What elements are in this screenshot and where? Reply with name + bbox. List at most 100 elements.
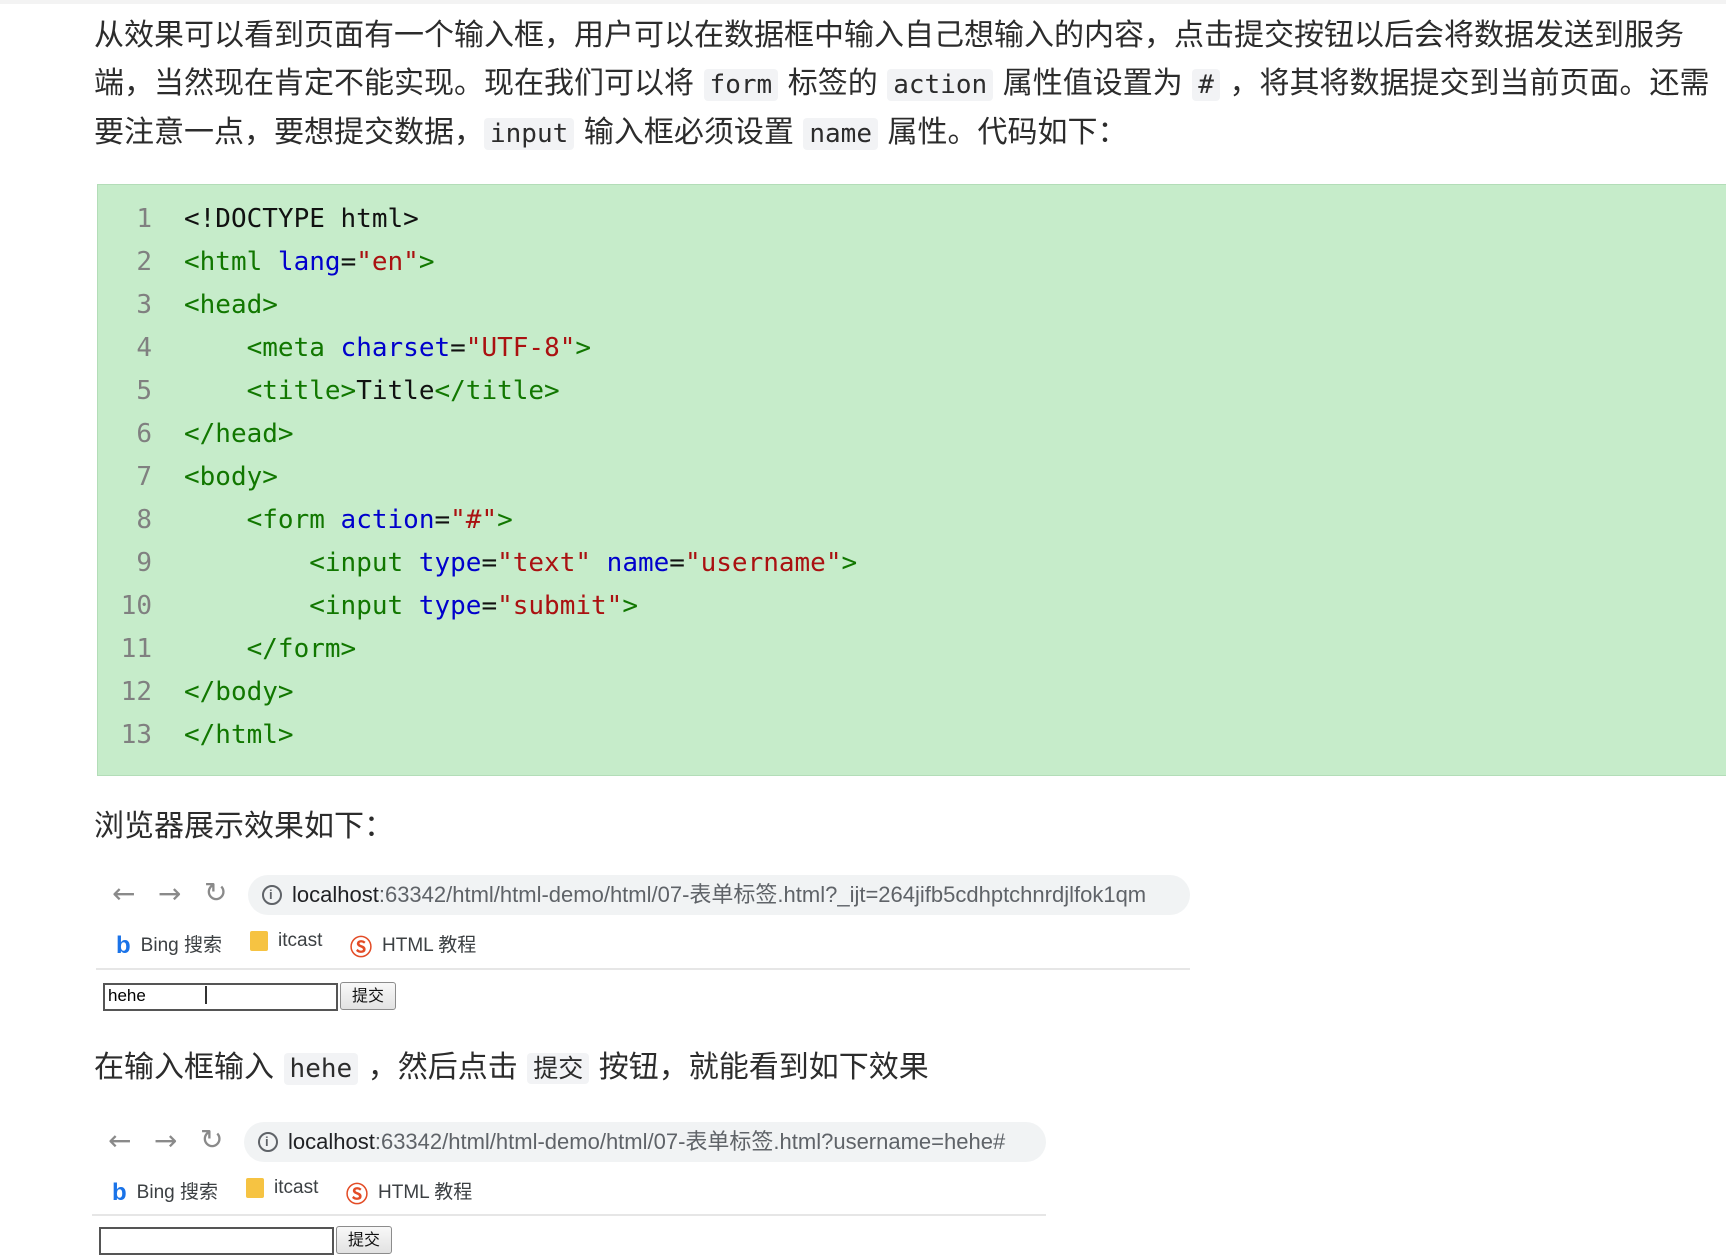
code-tag: <input [309,548,404,578]
url-host: localhost [288,1129,375,1154]
code-punct: = [481,591,498,621]
intro-text: 标签的 [778,66,888,101]
back-arrow-icon[interactable]: ← [108,1124,131,1157]
inline-code-form: form [703,69,779,101]
code-tag: > [497,505,513,535]
code-attr: lang [262,247,341,277]
submit-button[interactable]: 提交 [336,1226,392,1254]
url-path: :63342/html/html-demo/html/07-表单标签.html?… [374,1129,1006,1154]
url-path: :63342/html/html-demo/html/07-表单标签.html?… [378,882,1147,907]
html5-icon: Ⓢ [350,935,373,960]
code-string: "UTF-8" [465,333,576,363]
code-attr: action [324,505,435,535]
line-number: 1 [136,204,152,234]
forward-arrow-icon[interactable]: → [158,877,181,910]
bookmark-html-tutorial[interactable]: Ⓢ HTML 教程 [350,930,476,962]
line-number: 3 [136,290,152,320]
code-attr: charset [324,333,451,363]
top-divider [0,0,1726,4]
code-tag: </html> [184,720,294,750]
bookmark-label: itcast [274,1177,319,1198]
code-punct: = [434,505,451,535]
address-bar[interactable]: localhost:63342/html/html-demo/html/07-表… [244,1122,1046,1162]
info-icon[interactable] [262,875,282,915]
inline-code-name: name [803,118,878,150]
text-cursor-icon [205,986,207,1004]
inline-code-hash: # [1192,69,1220,101]
code-punct: = [481,548,498,578]
bookmark-label: Bing 搜索 [136,1182,218,1203]
line-number: 7 [136,462,152,492]
code-tag: > [418,247,435,277]
info-icon[interactable] [258,1122,278,1162]
folder-icon [250,930,268,951]
reload-icon[interactable]: ↻ [204,876,227,909]
forward-arrow-icon[interactable]: → [154,1124,177,1157]
line-number: 8 [136,505,152,535]
code-tag: </body> [184,677,294,707]
code-punct: = [450,333,466,363]
code-block: 1 <!DOCTYPE html> 2 <html lang="en"> 3 <hea… [97,184,1726,776]
code-tag: > [575,333,592,363]
code-attr: name [591,548,670,578]
code-string: "username" [684,548,842,578]
line-number: 2 [136,247,152,277]
bookmark-itcast[interactable]: itcast [246,1177,318,1199]
code-tag: <meta [246,333,325,363]
caption-browser-result: 浏览器展示效果如下： [94,809,394,844]
intro-text: 属性值设置为 [993,66,1193,101]
bookmark-bing[interactable]: b Bing 搜索 [116,930,222,960]
code-tag: > [622,591,638,621]
code-tag: <title> [246,376,357,406]
intro-text: 输入框必须设置 [574,115,804,150]
bookmark-label: HTML 教程 [378,1182,473,1204]
code-tag: </head> [184,419,294,449]
code-tag: <body> [184,462,278,492]
bing-icon: b [116,931,131,959]
intro-paragraph: 从效果可以看到页面有一个输入框，用户可以在数据框中输入自己想输入的内容，点击提交… [94,12,1726,158]
caption-text: 在输入框输入 [94,1050,284,1085]
url-host: localhost [292,882,379,907]
line-number: 11 [120,634,152,664]
back-arrow-icon[interactable]: ← [112,877,135,910]
bookmark-label: HTML 教程 [382,935,477,957]
line-number: 10 [120,591,152,621]
bookmark-label: Bing 搜索 [140,935,222,956]
code-tag: <form [246,505,325,535]
username-input[interactable] [99,1227,334,1255]
code-text: Title [356,376,435,406]
reload-icon[interactable]: ↻ [200,1123,223,1156]
code-punct: = [340,247,357,277]
code-attr: type [403,548,482,578]
bookmark-html-tutorial[interactable]: Ⓢ HTML 教程 [346,1177,472,1209]
html5-icon: Ⓢ [346,1182,369,1207]
code-punct: = [669,548,685,578]
inline-code-action: action [887,69,994,101]
submit-button[interactable]: 提交 [340,982,396,1010]
code-tag: </title> [434,376,560,406]
code-string: "text" [497,548,592,578]
code-tag: </form> [246,634,357,664]
line-number: 12 [120,677,152,707]
caption-text: 按钮，就能看到如下效果 [589,1050,929,1085]
code-tag: <head> [184,290,278,320]
caption-text: ，然后点击 [358,1050,528,1085]
bookmark-itcast[interactable]: itcast [250,930,322,952]
line-number: 5 [136,376,152,406]
caption-after-submit: 在输入框输入 hehe ，然后点击 提交 按钮，就能看到如下效果 [94,1044,1726,1093]
line-number: 13 [120,720,152,750]
address-bar[interactable]: localhost:63342/html/html-demo/html/07-表… [248,875,1190,915]
code-attr: type [403,591,482,621]
bookmark-label: itcast [278,930,323,951]
bing-icon: b [112,1178,127,1206]
code-tag: > [841,548,858,578]
code-string: "submit" [497,591,623,621]
username-input[interactable]: hehe [103,983,338,1011]
folder-icon [246,1177,264,1198]
bookmark-bing[interactable]: b Bing 搜索 [112,1177,218,1207]
